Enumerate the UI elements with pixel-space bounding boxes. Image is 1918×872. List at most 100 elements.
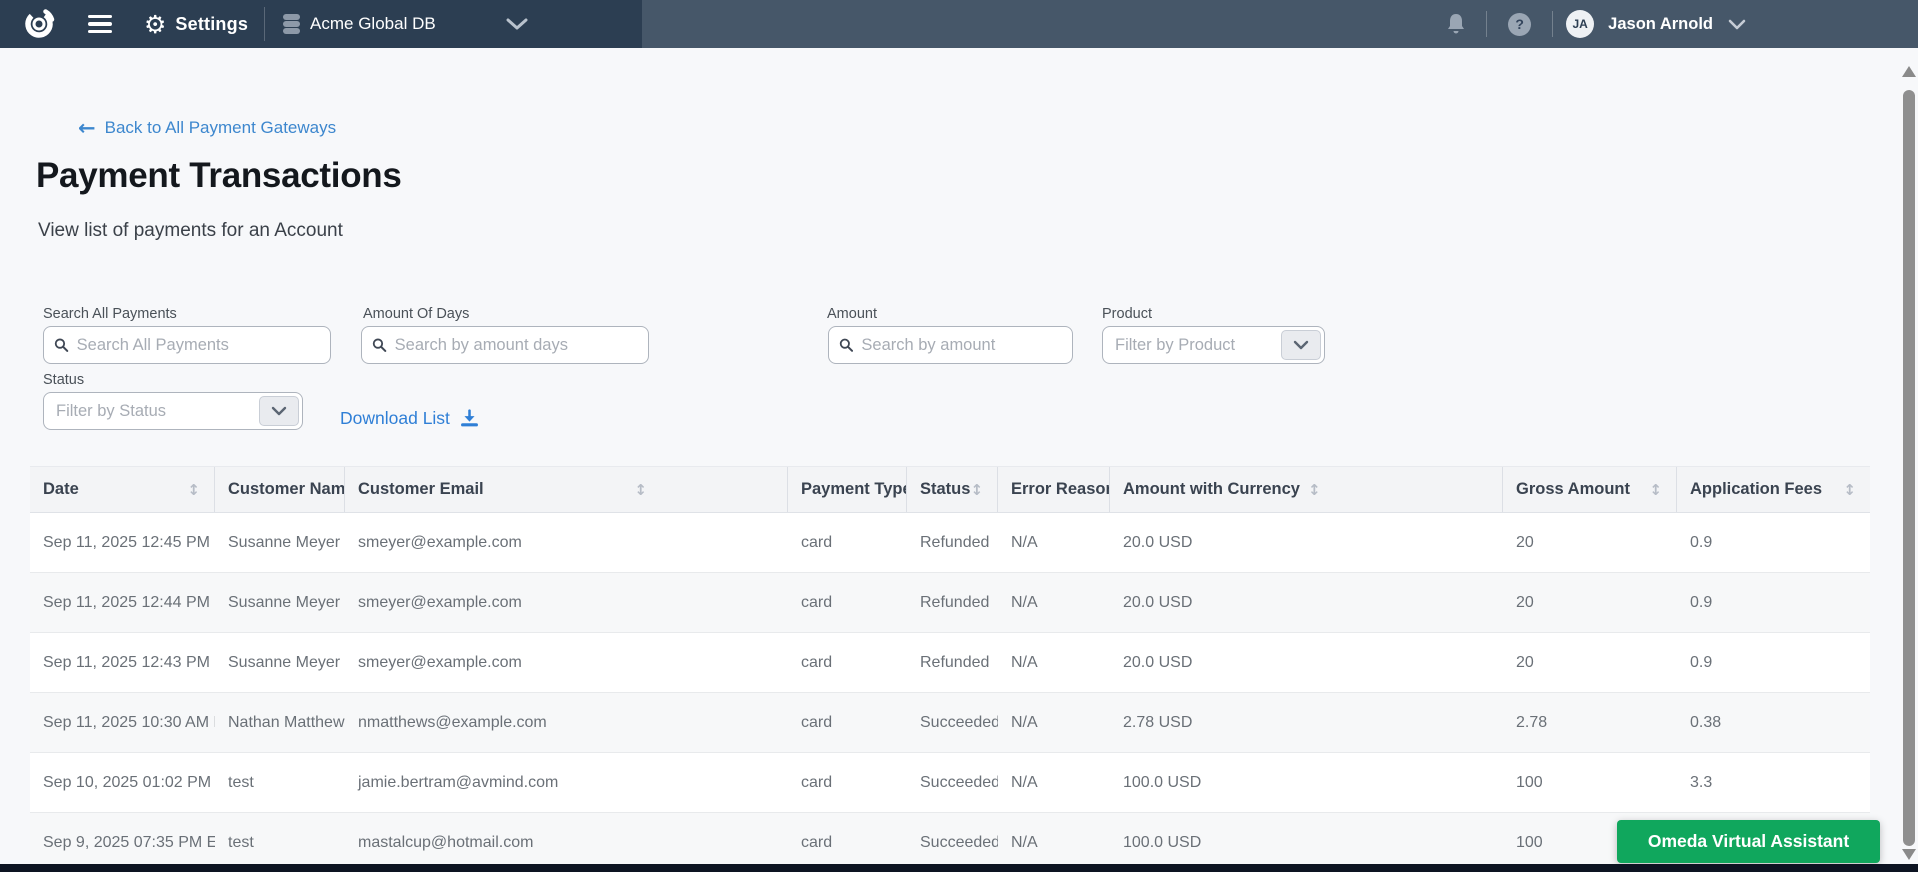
status-select-value: Filter by Status xyxy=(56,402,166,421)
table-body: Sep 11, 2025 12:45 PM EDT Susanne Meyer … xyxy=(30,513,1870,864)
amount-of-days-input[interactable] xyxy=(395,336,638,355)
table-cell: Refunded xyxy=(907,633,998,692)
table-cell: N/A xyxy=(998,513,1110,572)
amount-of-days-label: Amount Of Days xyxy=(363,306,469,322)
search-icon xyxy=(372,337,387,353)
table-cell: Susanne Meyer xyxy=(215,633,345,692)
scroll-up-arrow[interactable] xyxy=(1902,66,1916,77)
column-header-customer-email[interactable]: Customer Email↕ xyxy=(345,467,788,512)
navbar-divider xyxy=(1552,11,1553,37)
amount-label: Amount xyxy=(827,306,877,322)
amount-of-days-field xyxy=(361,326,649,364)
table-cell: card xyxy=(788,693,907,752)
status-select[interactable]: Filter by Status xyxy=(43,392,303,430)
column-header-amount-with-currency[interactable]: Amount with Currency↕ xyxy=(1110,467,1503,512)
table-cell: smeyer@example.com xyxy=(345,513,788,572)
help-icon[interactable]: ? xyxy=(1508,13,1531,36)
table-cell: card xyxy=(788,633,907,692)
database-icon xyxy=(283,14,300,34)
download-list-label: Download List xyxy=(340,408,450,429)
table-cell: jamie.bertram@avmind.com xyxy=(345,753,788,812)
download-list-link[interactable]: Download List xyxy=(340,408,479,429)
top-navbar: ⚙ Settings Acme Global DB ? JA Jason Arn… xyxy=(0,0,1918,48)
column-header-application-fees[interactable]: Application Fees↕ xyxy=(1677,467,1870,512)
chevron-down-icon[interactable] xyxy=(1728,19,1746,30)
page-title: Payment Transactions xyxy=(36,156,402,196)
product-select-value: Filter by Product xyxy=(1115,336,1235,355)
table-cell: mastalcup@hotmail.com xyxy=(345,813,788,864)
sort-icon: ↕ xyxy=(1649,481,1662,499)
scrollbar-thumb[interactable] xyxy=(1903,90,1915,846)
back-arrow-icon: ← xyxy=(78,118,96,138)
chevron-down-icon[interactable] xyxy=(259,396,299,426)
table-cell: card xyxy=(788,753,907,812)
table-cell: N/A xyxy=(998,693,1110,752)
column-header-payment-type[interactable]: Payment Type↕ xyxy=(788,467,907,512)
table-cell: Susanne Meyer xyxy=(215,573,345,632)
table-cell: Sep 9, 2025 07:35 PM EDT xyxy=(30,813,215,864)
search-all-payments-field xyxy=(43,326,331,364)
table-cell: 100.0 USD xyxy=(1110,753,1503,812)
table-cell: Succeeded xyxy=(907,693,998,752)
table-cell: 2.78 USD xyxy=(1110,693,1503,752)
table-cell: Sep 11, 2025 12:43 PM EDT xyxy=(30,633,215,692)
table-cell: Refunded xyxy=(907,513,998,572)
back-to-gateways-link[interactable]: ← Back to All Payment Gateways xyxy=(78,118,336,138)
table-cell: card xyxy=(788,513,907,572)
page-subtitle: View list of payments for an Account xyxy=(38,220,343,242)
table-row[interactable]: Sep 11, 2025 12:45 PM EDT Susanne Meyer … xyxy=(30,513,1870,573)
chevron-down-icon[interactable] xyxy=(1281,330,1321,360)
table-cell: card xyxy=(788,573,907,632)
search-all-payments-input[interactable] xyxy=(77,336,320,355)
table-cell: Refunded xyxy=(907,573,998,632)
table-row[interactable]: Sep 11, 2025 12:44 PM EDT Susanne Meyer … xyxy=(30,573,1870,633)
table-row[interactable]: Sep 11, 2025 12:43 PM EDT Susanne Meyer … xyxy=(30,633,1870,693)
sort-icon: ↕ xyxy=(970,481,983,499)
table-cell: Sep 11, 2025 10:30 AM EDT xyxy=(30,693,215,752)
table-cell: 0.9 xyxy=(1677,513,1870,572)
transactions-table: Date↕ Customer Name↕ Customer Email↕ Pay… xyxy=(30,466,1870,864)
table-cell: Sep 11, 2025 12:45 PM EDT xyxy=(30,513,215,572)
table-cell: N/A xyxy=(998,813,1110,864)
scroll-down-arrow[interactable] xyxy=(1902,849,1916,860)
product-label: Product xyxy=(1102,306,1152,322)
table-cell: N/A xyxy=(998,573,1110,632)
table-cell: 20.0 USD xyxy=(1110,513,1503,572)
table-row[interactable]: Sep 10, 2025 01:02 PM EDT test jamie.ber… xyxy=(30,753,1870,813)
omeda-logo-icon[interactable] xyxy=(22,7,56,41)
user-avatar[interactable]: JA xyxy=(1566,10,1594,38)
product-select[interactable]: Filter by Product xyxy=(1102,326,1325,364)
navbar-left-section: ⚙ Settings Acme Global DB xyxy=(0,0,642,48)
column-header-gross-amount[interactable]: Gross Amount↕ xyxy=(1503,467,1677,512)
sort-icon: ↕ xyxy=(1308,481,1321,499)
search-icon xyxy=(839,337,853,353)
omeda-virtual-assistant-button[interactable]: Omeda Virtual Assistant xyxy=(1617,820,1880,863)
column-header-customer-name[interactable]: Customer Name↕ xyxy=(215,467,345,512)
amount-input[interactable] xyxy=(861,336,1062,355)
notifications-bell-icon[interactable] xyxy=(1445,12,1467,36)
database-selector[interactable]: Acme Global DB xyxy=(265,14,528,34)
menu-hamburger-icon[interactable] xyxy=(88,15,112,34)
settings-nav-label[interactable]: Settings xyxy=(175,14,248,35)
column-header-error-reason[interactable]: Error Reason↕ xyxy=(998,467,1110,512)
chevron-down-icon[interactable] xyxy=(506,18,528,30)
table-cell: nmatthews@example.com xyxy=(345,693,788,752)
settings-gear-icon[interactable]: ⚙ xyxy=(144,12,166,37)
table-cell: 100.0 USD xyxy=(1110,813,1503,864)
table-row[interactable]: Sep 9, 2025 07:35 PM EDT test mastalcup@… xyxy=(30,813,1870,864)
table-cell: 3.3 xyxy=(1677,753,1870,812)
sort-icon: ↕ xyxy=(1843,481,1856,499)
column-header-date[interactable]: Date↕ xyxy=(30,467,215,512)
amount-field xyxy=(828,326,1073,364)
user-name[interactable]: Jason Arnold xyxy=(1608,15,1713,34)
search-all-payments-label: Search All Payments xyxy=(43,306,177,322)
table-row[interactable]: Sep 11, 2025 10:30 AM EDT Nathan Matthew… xyxy=(30,693,1870,753)
vertical-scrollbar xyxy=(1902,48,1917,864)
table-cell: 0.9 xyxy=(1677,633,1870,692)
column-header-status[interactable]: Status↕ xyxy=(907,467,998,512)
table-cell: Succeeded xyxy=(907,813,998,864)
table-cell: 0.9 xyxy=(1677,573,1870,632)
table-cell: Susanne Meyer xyxy=(215,513,345,572)
sort-icon: ↕ xyxy=(187,481,200,499)
table-header-row: Date↕ Customer Name↕ Customer Email↕ Pay… xyxy=(30,466,1870,513)
